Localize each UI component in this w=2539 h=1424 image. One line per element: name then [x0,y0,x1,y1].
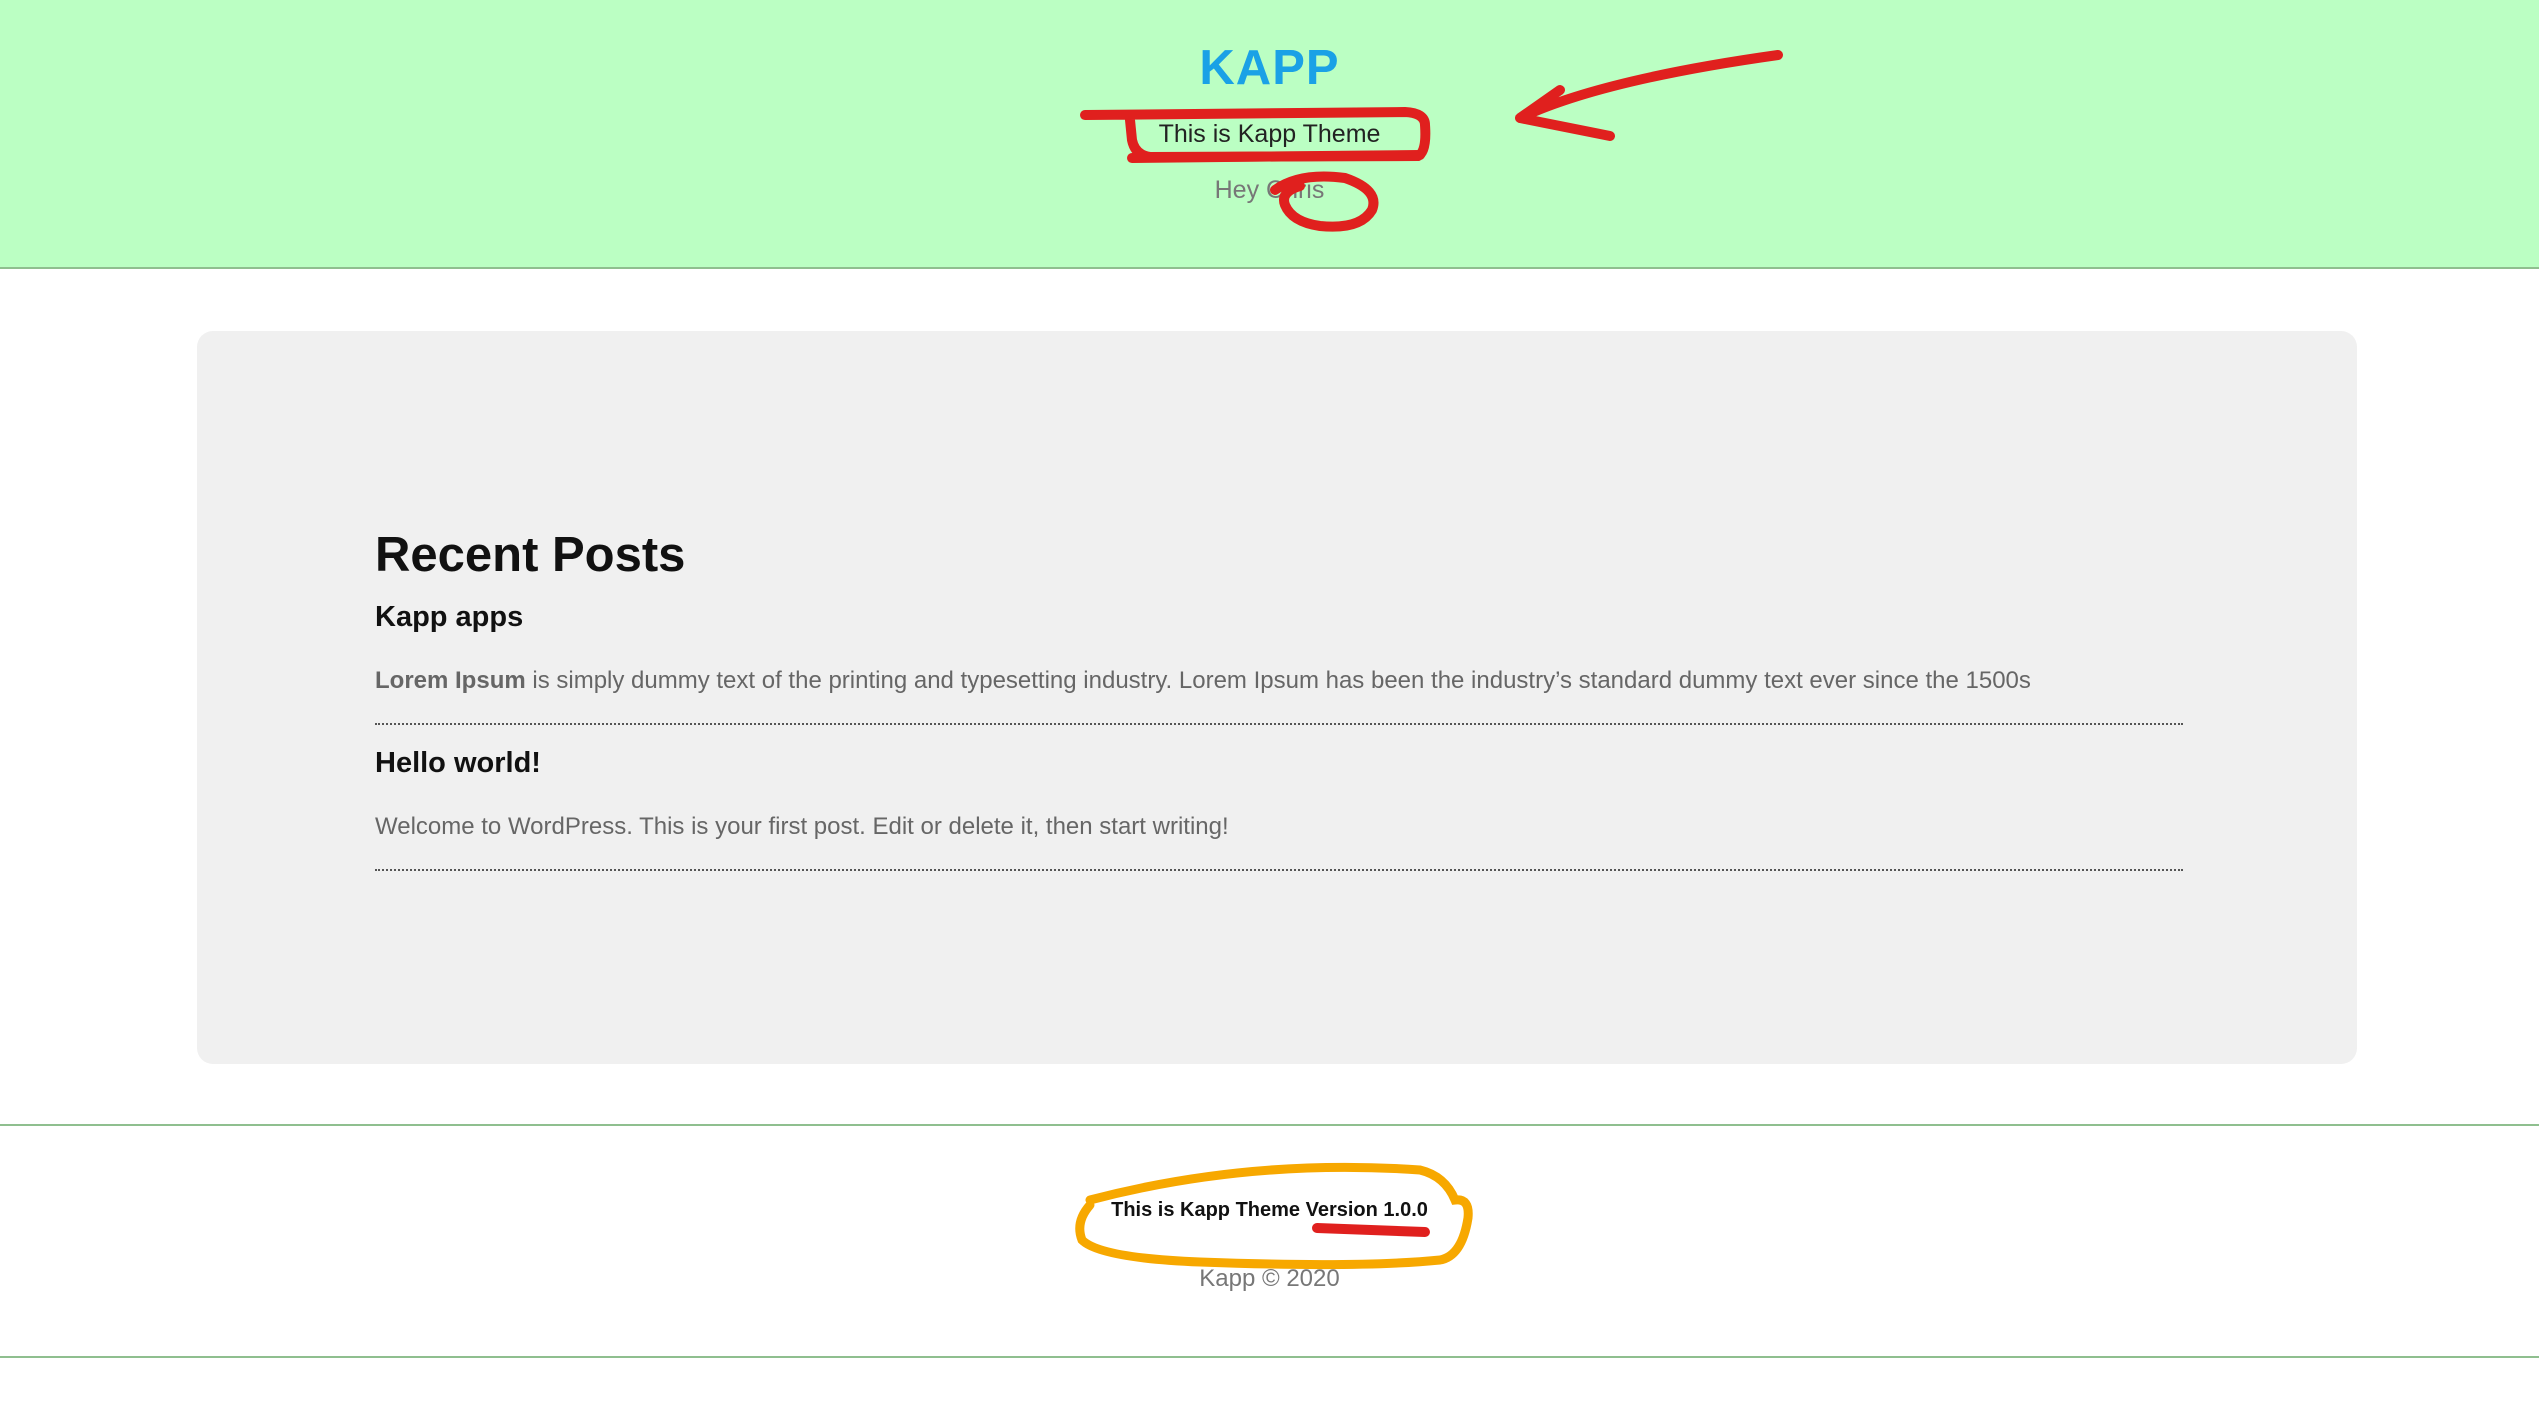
footer-version-label: Version 1.0.0 [1305,1199,1428,1221]
recent-posts-heading: Recent Posts [375,528,686,582]
post-excerpt: Lorem Ipsum is simply dummy text of the … [375,667,2031,695]
page: KAPP This is Kapp Theme Hey Chris Recent… [0,0,2539,1424]
site-footer: This is Kapp Theme Version 1.0.0 Kapp © … [0,1124,2539,1358]
post-excerpt-bold: Lorem Ipsum [375,667,526,694]
recent-posts-card: Recent Posts Kapp apps Lorem Ipsum is si… [197,331,2357,1064]
post-excerpt: Welcome to WordPress. This is your first… [375,813,1229,841]
post-excerpt-text: is simply dummy text of the printing and… [525,667,2031,694]
footer-copyright: Kapp © 2020 [1199,1265,1340,1292]
post-item: Hello world! Welcome to WordPress. This … [375,747,2183,871]
site-header: KAPP This is Kapp Theme Hey Chris [0,0,2539,269]
footer-theme-label: This is Kapp Theme [1111,1199,1306,1221]
user-greeting: Hey Chris [1214,176,1325,204]
site-title[interactable]: KAPP [0,40,2539,96]
post-title-link[interactable]: Hello world! [375,747,541,780]
post-item: Kapp apps Lorem Ipsum is simply dummy te… [375,601,2183,725]
post-title-link[interactable]: Kapp apps [375,601,523,634]
post-excerpt-text: Welcome to WordPress. This is your first… [375,813,1229,840]
footer-theme-version: This is Kapp Theme Version 1.0.0 [0,1199,2539,1222]
site-tagline: This is Kapp Theme [1158,120,1381,148]
